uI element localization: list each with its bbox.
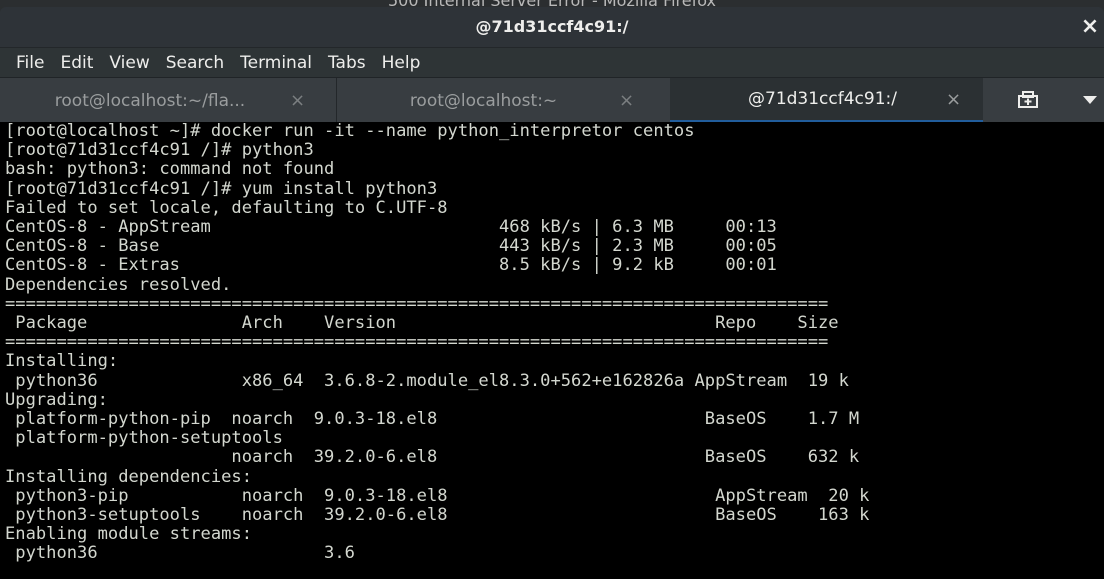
terminal-line: ========================================… [5, 332, 829, 353]
terminal-line: Failed to set locale, defaulting to C.UT… [5, 197, 448, 218]
terminal-line: Enabling module streams: [5, 524, 252, 545]
terminal-window: @71d31ccf4c91:/ × File Edit View Search … [0, 7, 1104, 579]
screen: 500 Internal Server Error - Mozilla Fire… [0, 0, 1104, 579]
menu-view[interactable]: View [101, 53, 157, 73]
terminal-line: Package Arch Version Repo Size [5, 313, 839, 333]
terminal-line: [root@71d31ccf4c91 /]# python3 [5, 140, 314, 161]
terminal-line: python3-setuptools noarch 39.2.0-6.el8 B… [5, 505, 870, 525]
menu-edit[interactable]: Edit [52, 53, 101, 73]
window-close-button[interactable]: × [1076, 7, 1104, 47]
terminal-line: platform-python-setuptools [5, 428, 283, 449]
terminal-line: CentOS-8 - AppStream 468 kB/s | 6.3 MB 0… [5, 217, 777, 237]
terminal-line: Installing: [5, 351, 119, 372]
terminal-output[interactable]: [root@localhost ~]# docker run -it --nam… [0, 122, 1104, 579]
terminal-line: CentOS-8 - Base 443 kB/s | 2.3 MB 00:05 [5, 236, 777, 257]
new-tab-icon[interactable] [1016, 90, 1040, 110]
chevron-down-icon[interactable] [1083, 96, 1097, 104]
terminal-line: Upgrading: [5, 389, 108, 410]
tab-localhost-home[interactable]: root@localhost:~ × [337, 78, 670, 123]
tab-label: root@localhost:~/fla... [54, 90, 246, 111]
menu-terminal[interactable]: Terminal [232, 53, 320, 73]
tab-close-icon[interactable]: × [946, 89, 961, 110]
terminal-line: noarch 39.2.0-6.el8 BaseOS 632 k [5, 447, 860, 468]
menu-bar: File Edit View Search Terminal Tabs Help [0, 48, 1104, 77]
menu-tabs[interactable]: Tabs [320, 53, 374, 73]
terminal-line: ========================================… [5, 293, 829, 314]
tab-label: root@localhost:~ [409, 90, 558, 111]
terminal-line: python36 x86_64 3.6.8-2.module_el8.3.0+5… [5, 370, 849, 391]
title-bar[interactable]: @71d31ccf4c91:/ × [0, 7, 1104, 48]
terminal-line: python3-pip noarch 9.0.3-18.el8 AppStrea… [5, 485, 870, 506]
menu-search[interactable]: Search [158, 53, 232, 73]
terminal-line: python36 3.6 [5, 543, 355, 564]
tab-close-icon[interactable]: × [619, 90, 634, 111]
tab-bar: root@localhost:~/fla... × root@localhost… [0, 77, 1104, 124]
terminal-line: Dependencies resolved. [5, 274, 232, 295]
menu-file[interactable]: File [8, 53, 52, 73]
tab-label: @71d31ccf4c91:/ [748, 89, 897, 109]
tab-container-root[interactable]: @71d31ccf4c91:/ × [670, 78, 983, 123]
menu-help[interactable]: Help [374, 53, 429, 73]
tab-close-icon[interactable]: × [290, 90, 305, 111]
terminal-line: CentOS-8 - Extras 8.5 kB/s | 9.2 kB 00:0… [5, 255, 777, 276]
terminal-line: [root@localhost ~]# docker run -it --nam… [5, 122, 695, 141]
window-title: @71d31ccf4c91:/ [475, 17, 629, 36]
terminal-line: Installing dependencies: [5, 466, 252, 487]
terminal-line: bash: python3: command not found [5, 159, 335, 180]
tab-localhost-fla[interactable]: root@localhost:~/fla... × [0, 78, 336, 123]
terminal-line: [root@71d31ccf4c91 /]# yum install pytho… [5, 178, 438, 199]
terminal-line: platform-python-pip noarch 9.0.3-18.el8 … [5, 409, 860, 429]
